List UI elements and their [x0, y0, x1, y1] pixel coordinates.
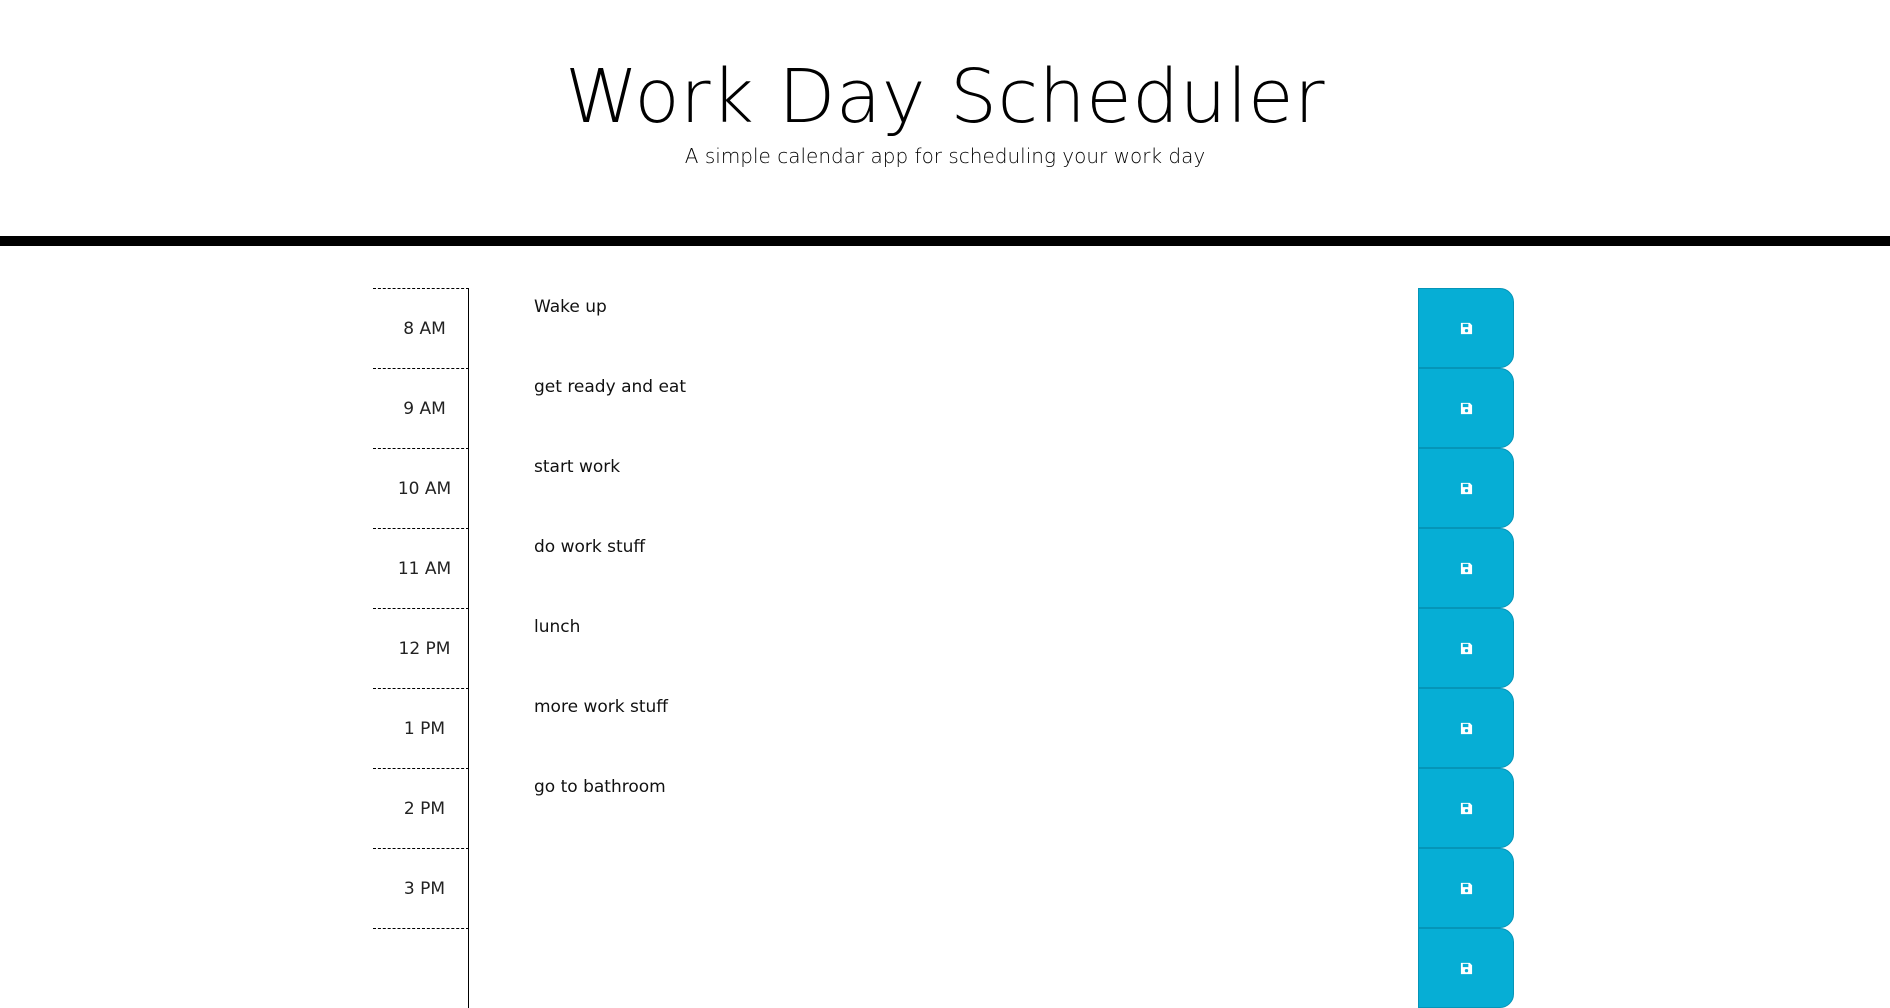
- page-subtitle: A simple calendar app for scheduling you…: [684, 144, 1206, 168]
- save-button[interactable]: [1418, 368, 1514, 448]
- task-textarea[interactable]: more work stuff: [469, 688, 1418, 768]
- task-textarea[interactable]: [469, 848, 1418, 928]
- timeblock-row: 8 AM Wake up: [373, 288, 1514, 368]
- timeblock-row: 12 PM lunch: [373, 608, 1514, 688]
- floppy-disk-icon: [1460, 402, 1472, 414]
- task-text: lunch: [534, 617, 581, 637]
- timeblock-row: 3 PM: [373, 848, 1514, 928]
- task-textarea[interactable]: lunch: [469, 608, 1418, 688]
- timeblock-row: 10 AM start work: [373, 448, 1514, 528]
- timeblock-row: 1 PM more work stuff: [373, 688, 1514, 768]
- task-textarea[interactable]: do work stuff: [469, 528, 1418, 608]
- save-button[interactable]: [1418, 848, 1514, 928]
- floppy-disk-icon: [1460, 642, 1472, 654]
- task-textarea[interactable]: start work: [469, 448, 1418, 528]
- save-button[interactable]: [1418, 528, 1514, 608]
- task-textarea[interactable]: get ready and eat: [469, 368, 1418, 448]
- floppy-disk-icon: [1460, 882, 1472, 894]
- task-text: Wake up: [534, 297, 607, 317]
- hour-label: 1 PM: [373, 688, 469, 768]
- task-textarea[interactable]: go to bathroom: [469, 768, 1418, 848]
- hour-label: 12 PM: [373, 608, 469, 688]
- floppy-disk-icon: [1460, 322, 1472, 334]
- task-textarea[interactable]: Wake up: [469, 288, 1418, 368]
- page-title: Work Day Scheduler: [564, 54, 1326, 140]
- timeblock-row: 11 AM do work stuff: [373, 528, 1514, 608]
- save-button[interactable]: [1418, 288, 1514, 368]
- hour-label: 10 AM: [373, 448, 469, 528]
- task-text: get ready and eat: [534, 377, 686, 397]
- hour-label: 2 PM: [373, 768, 469, 848]
- task-text: more work stuff: [534, 697, 668, 717]
- floppy-disk-icon: [1460, 962, 1472, 974]
- task-text: go to bathroom: [534, 777, 666, 797]
- hour-label: [373, 928, 469, 1008]
- floppy-disk-icon: [1460, 482, 1472, 494]
- timeblock-row: 2 PM go to bathroom: [373, 768, 1514, 848]
- save-button[interactable]: [1418, 768, 1514, 848]
- floppy-disk-icon: [1460, 562, 1472, 574]
- hour-label: 9 AM: [373, 368, 469, 448]
- floppy-disk-icon: [1460, 722, 1472, 734]
- hour-label: 11 AM: [373, 528, 469, 608]
- save-button[interactable]: [1418, 688, 1514, 768]
- timeblock-row: [373, 928, 1514, 1008]
- timeblock-row: 9 AM get ready and eat: [373, 368, 1514, 448]
- task-textarea[interactable]: [469, 928, 1418, 1008]
- save-button[interactable]: [1418, 928, 1514, 1008]
- timeblock-list: 8 AM Wake up 9 AM get ready and eat 10 A…: [373, 288, 1514, 1008]
- hour-label: 8 AM: [373, 288, 469, 368]
- save-button[interactable]: [1418, 608, 1514, 688]
- floppy-disk-icon: [1460, 802, 1472, 814]
- task-text: start work: [534, 457, 621, 477]
- hour-label: 3 PM: [373, 848, 469, 928]
- save-button[interactable]: [1418, 448, 1514, 528]
- task-text: do work stuff: [534, 537, 646, 557]
- page-header: Work Day Scheduler A simple calendar app…: [0, 0, 1890, 246]
